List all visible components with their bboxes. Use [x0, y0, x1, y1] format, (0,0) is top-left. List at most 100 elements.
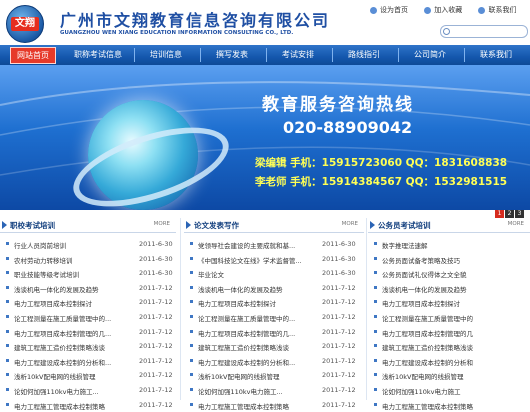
contact-line-1: 梁编辑 手机：15915723060 QQ：1831608838: [255, 157, 508, 169]
bullet-icon: [374, 271, 377, 275]
slide-dot[interactable]: 2: [505, 210, 514, 218]
bullet-icon: [6, 373, 9, 377]
slide-dot[interactable]: 3: [515, 210, 524, 218]
bullet-icon: [374, 314, 377, 318]
list-item[interactable]: 电力工程建设成本控制的分析和... 2011-7-12: [184, 354, 364, 369]
list-item[interactable]: 职业技能等级考试培训 2011-6-30: [0, 266, 176, 281]
bullet-icon: [374, 402, 377, 406]
list-item[interactable]: 论工程测量在施工质量管理中的: [368, 310, 530, 325]
company-logo[interactable]: 文翔: [6, 5, 44, 43]
nav-divider: [200, 48, 201, 62]
bullet-icon: [6, 256, 9, 260]
bullet-icon: [6, 242, 9, 245]
bullet-icon: [190, 402, 193, 406]
bullet-icon: [374, 242, 377, 245]
bullet-icon: [6, 358, 9, 362]
slide-dot[interactable]: 1: [495, 210, 504, 218]
list-item[interactable]: 公务员面试礼仪得体之文全貌: [368, 266, 530, 281]
bullet-icon: [6, 344, 9, 348]
set-homepage-link[interactable]: 设为首页: [370, 6, 408, 14]
nav-about[interactable]: 公司简介: [404, 45, 456, 65]
nav-divider: [134, 48, 135, 62]
list-item[interactable]: 电力工程建设成本控制的分析和... 2011-7-12: [0, 354, 176, 369]
list-item[interactable]: 电力工程项目成本控制探讨: [368, 295, 530, 310]
header: 文翔 广州市文翔教育信息咨询有限公司 GUANGZHOU WEN XIANG E…: [0, 0, 530, 45]
banner-phone: 020-88909042: [283, 118, 413, 137]
column-paper-writing: 论文发表写作 MORE 党领导社会建设的主要成就和基... 2011-6-30 《…: [184, 218, 364, 411]
arrow-icon: [186, 221, 191, 229]
add-favorite-link[interactable]: 加入收藏: [424, 6, 462, 14]
list-item[interactable]: 论工程测量在施工质量管理中的... 2011-7-12: [0, 310, 176, 325]
column-divider: [366, 218, 367, 400]
list-item[interactable]: 浅谈机电一体化的发展及趋势 2011-7-12: [0, 281, 176, 296]
list-item[interactable]: 浅谈机电一体化的发展及趋势: [368, 281, 530, 296]
list-item[interactable]: 论工程测量在施工质量管理中的... 2011-7-12: [184, 310, 364, 325]
column-header: 职校考试培训 MORE: [0, 218, 176, 233]
column-civil-service: 公务员考试培训 MORE 数字推理法速解 公务员面试备考策略及技巧 公务员面试礼…: [368, 218, 530, 411]
list-item[interactable]: 论如何加强110kv电力施工... 2011-7-12: [184, 383, 364, 398]
contact-us-link[interactable]: 联系我们: [478, 6, 516, 14]
arrow-icon: [370, 221, 375, 229]
column-divider: [180, 218, 181, 400]
contact-icon: [478, 6, 486, 14]
list-item[interactable]: 公务员面试备考策略及技巧: [368, 252, 530, 267]
bullet-icon: [190, 314, 193, 318]
list-item[interactable]: 电力工程项目成本控制探讨 2011-7-12: [0, 295, 176, 310]
search-input[interactable]: [440, 25, 528, 38]
bullet-icon: [190, 271, 193, 275]
list-item[interactable]: 浅析10kV配电网的线损管理: [368, 368, 530, 383]
nav-title-exam[interactable]: 职称考试信息: [68, 45, 128, 65]
list-item[interactable]: 浅谈机电一体化的发展及趋势 2011-7-12: [184, 281, 364, 296]
list-item[interactable]: 建筑工程施工造价控制策略浅谈: [368, 339, 530, 354]
bullet-icon: [6, 329, 9, 333]
list-item[interactable]: 建筑工程施工造价控制策略浅谈 2011-7-12: [0, 339, 176, 354]
bullet-icon: [374, 358, 377, 362]
list-item[interactable]: 电力工程项目成本控制探讨 2011-7-12: [184, 295, 364, 310]
list-item[interactable]: 毕业论文 2011-6-30: [184, 266, 364, 281]
nav-writing[interactable]: 撰写发表: [206, 45, 258, 65]
nav-divider: [464, 48, 465, 62]
column-header: 公务员考试培训 MORE: [368, 218, 530, 233]
list-item[interactable]: 浅析10kV配电网的线损管理 2011-7-12: [184, 368, 364, 383]
bullet-icon: [6, 300, 9, 304]
bullet-icon: [190, 329, 193, 333]
nav-home[interactable]: 网站首页: [10, 47, 56, 64]
banner-title: 教育服务咨询热线: [262, 95, 414, 115]
column-title: 论文发表写作: [194, 221, 239, 230]
bullet-icon: [190, 387, 193, 391]
more-link[interactable]: MORE: [342, 221, 358, 227]
nav-training[interactable]: 培训信息: [140, 45, 192, 65]
list-item[interactable]: 党领导社会建设的主要成就和基... 2011-6-30: [184, 237, 364, 252]
nav-exam-schedule[interactable]: 考试安排: [272, 45, 324, 65]
list-item[interactable]: 电力工程项目成本控制管理的几... 2011-7-12: [184, 325, 364, 340]
news-list: 行业人员岗前培训 2011-6-30 农村劳动力转移培训 2011-6-30 职业技…: [0, 237, 176, 412]
list-item[interactable]: 浅析10kV配电网的线损管理 2011-7-12: [0, 368, 176, 383]
column-title: 公务员考试培训: [378, 221, 431, 230]
nav-directions[interactable]: 路线指引: [338, 45, 390, 65]
list-item[interactable]: 论如何加强110kv电力施工: [368, 383, 530, 398]
list-item[interactable]: 农村劳动力转移培训 2011-6-30: [0, 252, 176, 267]
more-link[interactable]: MORE: [154, 221, 170, 227]
more-link[interactable]: MORE: [508, 221, 524, 227]
bullet-icon: [374, 256, 377, 260]
list-item[interactable]: 数字推理法速解: [368, 237, 530, 252]
list-item[interactable]: 建筑工程施工造价控制策略浅谈 2011-7-12: [184, 339, 364, 354]
list-item[interactable]: 行业人员岗前培训 2011-6-30: [0, 237, 176, 252]
list-item[interactable]: 电力工程项目成本控制管理的几: [368, 325, 530, 340]
bullet-icon: [190, 344, 193, 348]
list-item[interactable]: 电力工程项目成本控制管理的几... 2011-7-12: [0, 325, 176, 340]
list-item[interactable]: 电力工程建设成本控制的分析和: [368, 354, 530, 369]
column-title: 职校考试培训: [10, 221, 55, 230]
list-item[interactable]: 论如何加强110kv电力施工... 2011-7-12: [0, 383, 176, 398]
nav-contact[interactable]: 联系我们: [470, 45, 522, 65]
bullet-icon: [6, 387, 9, 391]
contact-line-2: 李老师 手机：15914384567 QQ：1532981515: [255, 176, 508, 188]
bullet-icon: [374, 300, 377, 304]
bullet-icon: [190, 285, 193, 289]
bullet-icon: [6, 285, 9, 289]
main-nav: 网站首页 职称考试信息 培训信息 撰写发表 考试安排 路线指引 公司简介 联系我…: [0, 45, 530, 65]
bullet-icon: [374, 344, 377, 348]
bullet-icon: [374, 329, 377, 333]
list-item[interactable]: 《中国科技论文在线》学术监督管... 2011-6-30: [184, 252, 364, 267]
bullet-icon: [6, 314, 9, 318]
